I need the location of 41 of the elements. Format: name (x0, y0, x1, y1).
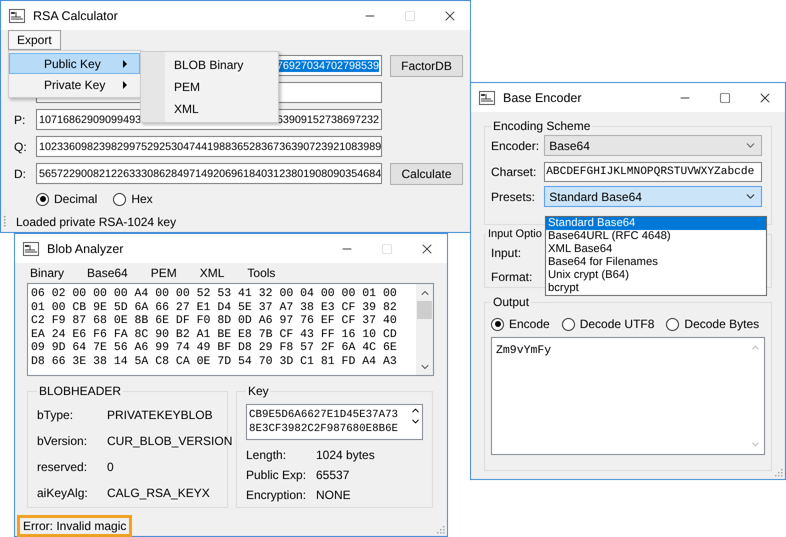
window-title: Base Encoder (503, 90, 583, 104)
hex-line: 01 00 CB 9E 5D 6A 66 27 E1 D4 5E 37 A7 38 E3 CF 39 82 (31, 300, 398, 314)
field-label: Encoder: (491, 138, 540, 152)
window-title: RSA Calculator (33, 8, 119, 22)
key-line: CB9E5D6A6627E1D45E37A73 (249, 408, 400, 422)
group-title: Key (247, 384, 270, 398)
field-value: CUR_BLOB_VERSION (107, 434, 232, 448)
field-value: PRIVATEKEYBLOB (107, 408, 214, 422)
field-label: bVersion: (37, 434, 88, 448)
field-label: Public Exp: (246, 468, 308, 482)
field-label: Presets: (491, 190, 536, 204)
field-label: aiKeyAlg: (37, 486, 89, 500)
window-title: Blob Analyzer (47, 242, 124, 256)
hex-line: 09 9D 64 7E 56 A6 99 74 49 BF D8 29 F8 57 2F 6A 4C 6E (31, 341, 398, 354)
field-label: reserved: (37, 460, 88, 474)
hex-line: C2 F9 87 68 0E 8B 6E DF F0 8D 0D A6 97 76 EF CF 37 40 (31, 314, 398, 328)
hex-line: EA 24 E6 F6 FA 8C 90 B2 A1 BE E8 7B CF 43 FF 16 10 CD (31, 328, 398, 341)
field-label: D: (14, 166, 27, 180)
status-text: Loaded private RSA-1024 key (15, 214, 178, 230)
group-title: Encoding Scheme (492, 119, 592, 133)
key-line: 8E3CF3982C2F987680E8B6E (249, 422, 400, 436)
field-label: bType: (37, 408, 74, 422)
field-value: 1024 bytes (316, 448, 376, 462)
field-value: CALG_RSA_KEYX (107, 486, 211, 500)
output-text: Zm9vYmFy (495, 343, 552, 359)
group-title: Input Optio (487, 228, 543, 240)
field-value: 0 (107, 460, 115, 474)
hex-line: D8 66 3E 38 14 5A C8 CA 0E 7D 54 70 3D C1 81 FD A4 A3 (31, 354, 398, 368)
field-label: Encryption: (246, 488, 308, 502)
field-label: Length: (246, 448, 288, 462)
group-title: BLOBHEADER (38, 384, 122, 398)
field-label: Q: (14, 140, 28, 154)
field-value: NONE (316, 488, 352, 502)
field-label: P: (14, 112, 26, 126)
hex-line: 06 02 00 00 00 A4 00 00 52 53 41 32 00 04 00 00 01 00 (31, 287, 398, 300)
field-label: Charset: (491, 164, 538, 178)
field-label: Format: (491, 270, 534, 284)
group-title: Output (492, 295, 530, 309)
status-text: Error: Invalid magic (17, 514, 132, 536)
field-value: 65537 (316, 468, 350, 482)
field-label: Input: (491, 246, 522, 260)
